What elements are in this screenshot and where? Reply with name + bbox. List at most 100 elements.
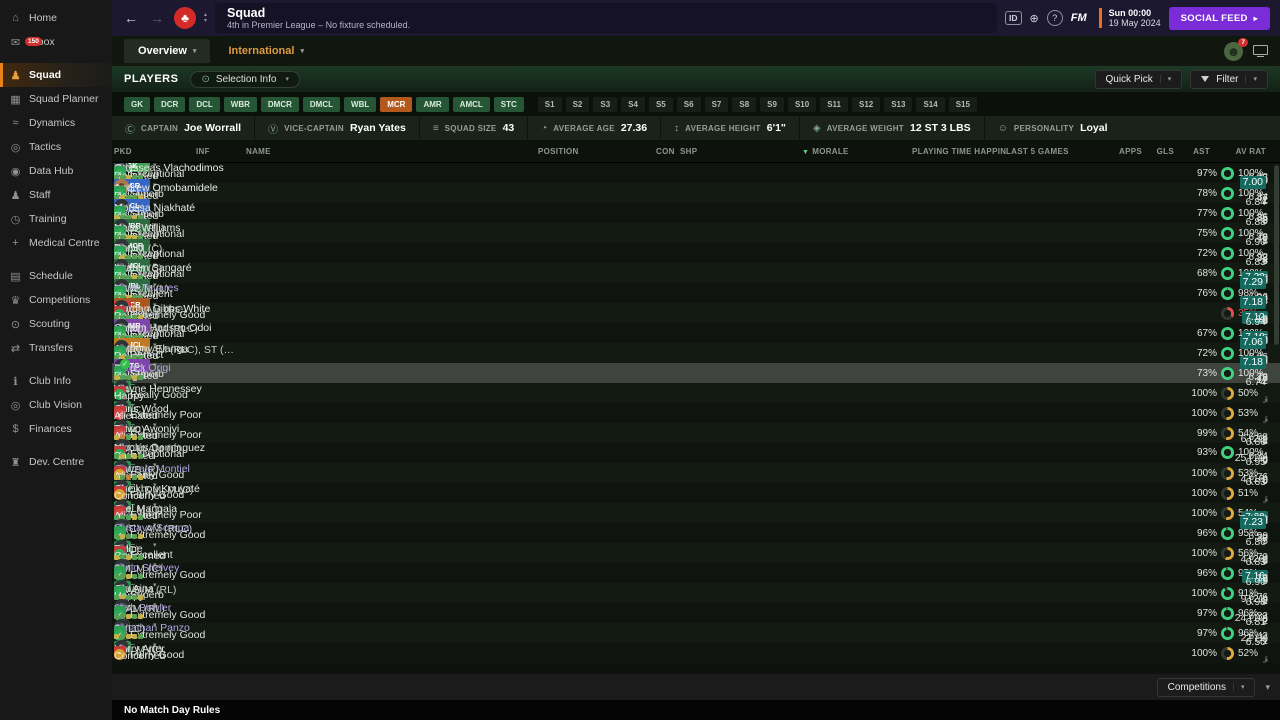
slot-filter-s13[interactable]: S13 [884,96,913,112]
fm-logo[interactable]: FM [1071,12,1087,24]
quick-pick-button[interactable]: Quick Pick ▾ [1094,69,1183,89]
chevron-down-icon: ▾ [300,48,304,55]
column-header-con[interactable]: CON [656,147,680,156]
schedule-icon: ▤ [10,270,21,283]
id-button[interactable]: ID [1005,11,1022,25]
sidebar-item-inbox[interactable]: ✉150Inbox [0,30,112,54]
tab-international[interactable]: International ▾ [214,39,318,63]
row-select-circle[interactable] [120,358,130,369]
sidebar-item-finances[interactable]: $ Finances [0,417,112,441]
column-header-inf[interactable]: INF [196,147,222,156]
average-height-value: 6'1" [766,122,786,134]
club-crest-icon[interactable]: ♣ [174,7,196,29]
game-date[interactable]: Sun 00:00 19 May 2024 [1098,8,1161,28]
staff-icon: ♟ [10,189,21,202]
globe-icon[interactable]: ⊕ [1030,12,1039,25]
tab-international-label: International [228,45,295,57]
slot-filter-s1[interactable]: S1 [537,96,562,112]
tab-bar: Overview ▾ International ▾ ☻ 7 [112,36,1280,66]
position-filter-wbr[interactable]: WBR [223,96,257,112]
slot-filter-s5[interactable]: S5 [648,96,673,112]
slot-filter-s2[interactable]: S2 [565,96,590,112]
position-filter-dmcr[interactable]: DMCR [260,96,299,112]
data-hub-icon: ◉ [10,165,21,178]
column-header-last5[interactable]: LAST 5 GAMES [1006,147,1102,156]
chevron-down-icon: ▾ [285,76,289,83]
devices-icon[interactable] [1253,45,1268,57]
squad-table-body: GK▾☻Odysseas VlachodimosGK♥▲97%100%✓Exce… [112,163,1280,674]
column-header-pkd[interactable]: PKD [114,147,138,156]
sidebar-item-club-vision[interactable]: ◎ Club Vision [0,393,112,417]
slot-filter-s6[interactable]: S6 [676,96,701,112]
club-switcher[interactable]: ▴ ▾ [204,12,207,24]
position-filter-wbl[interactable]: WBL [344,96,377,112]
slot-filter-s7[interactable]: S7 [704,96,729,112]
selection-info-dropdown[interactable]: ⊙ Selection Info ▾ [190,70,300,88]
sidebar-item-tactics[interactable]: ◎ Tactics [0,135,112,159]
squad-table-header: PKD INF NAME POSITION CON SHP ▼ MORALE PL… [112,140,1280,163]
sidebar-item-label: Squad Planner [29,93,99,105]
sidebar-item-transfers[interactable]: ⇄ Transfers [0,336,112,360]
manager-avatar[interactable]: ☻ 7 [1224,37,1248,61]
position-filter-dmcl[interactable]: DMCL [302,96,341,112]
slot-filter-s12[interactable]: S12 [851,96,881,112]
column-header-morale[interactable]: ▼ MORALE [802,147,912,156]
sidebar-item-club-info[interactable]: ℹ Club Info [0,369,112,393]
scrollbar[interactable] [1274,165,1279,345]
captain-value[interactable]: Joe Worrall [184,122,241,134]
training-icon: ◷ [10,213,21,226]
position-filter-amcl[interactable]: AMCL [452,96,490,112]
position-filter-stc[interactable]: STC [493,96,524,112]
sidebar-item-training[interactable]: ◷ Training [0,207,112,231]
tab-overview[interactable]: Overview ▾ [124,39,211,63]
sidebar-item-medical-centre[interactable]: + Medical Centre [0,231,112,255]
column-header-shp[interactable]: SHP [680,147,706,156]
sidebar-item-data-hub[interactable]: ◉ Data Hub [0,159,112,183]
slot-filter-s10[interactable]: S10 [787,96,817,112]
position-filter-mcr[interactable]: MCR [380,96,413,112]
position-filter-dcr[interactable]: DCR [154,96,186,112]
slot-filter-s11[interactable]: S11 [820,96,848,112]
squad-size-summary: ≡ SQUAD SIZE 43 [418,116,527,140]
slot-filter-s14[interactable]: S14 [916,96,945,112]
slot-filter-s4[interactable]: S4 [621,96,645,112]
sidebar-item-staff[interactable]: ♟ Staff [0,183,112,207]
sidebar-item-schedule[interactable]: ▤ Schedule [0,264,112,288]
sidebar-item-competitions[interactable]: ♛ Competitions [0,288,112,312]
captain-label: CAPTAIN [141,123,179,133]
column-header-name[interactable]: NAME [246,147,538,156]
vice-captain-value[interactable]: Ryan Yates [350,122,406,134]
slot-filter-s9[interactable]: S9 [760,96,784,112]
slot-filter-s15[interactable]: S15 [948,96,977,112]
collapse-panel-icon[interactable]: ▾ [1265,682,1270,693]
column-header-avrat[interactable]: AV RAT [1216,147,1274,156]
sidebar-item-dynamics[interactable]: ≈ Dynamics [0,111,112,135]
social-feed-button[interactable]: SOCIAL FEED ▸ [1168,6,1270,30]
position-filter-amr[interactable]: AMR [416,96,449,112]
bottom-panel: Competitions ▾ ▾ [112,674,1280,700]
column-header-ast[interactable]: AST [1180,147,1216,156]
filter-button[interactable]: Filter ▾ [1190,69,1268,89]
column-header-gls[interactable]: GLS [1148,147,1180,156]
competitions-dropdown[interactable]: Competitions ▾ [1156,677,1256,697]
player-row[interactable]: –▾Lst☻Harry ArterDM, M (C)♥▼100%52%−Fair… [112,638,1280,668]
average-weight-icon: ◈ [812,122,821,134]
column-header-happiness[interactable]: PLAYING TIME HAPPINESS [912,147,1006,156]
page-title: Squad [227,6,266,20]
forward-button[interactable]: → [148,10,166,26]
help-icon[interactable]: ? [1046,10,1063,26]
slot-filter-s8[interactable]: S8 [732,96,757,112]
average-age-value: 27.36 [620,122,648,134]
slot-filter-s3[interactable]: S3 [593,96,618,112]
position-filter-gk[interactable]: GK [124,96,150,112]
position-filter-dcl[interactable]: DCL [189,96,220,112]
sidebar-item-scouting[interactable]: ⊙ Scouting [0,312,112,336]
sidebar-item-squad[interactable]: ♟ Squad [0,63,112,87]
sidebar-item-home[interactable]: ⌂ Home [0,6,112,30]
back-button[interactable]: ← [122,10,140,26]
sidebar-item-squad-planner[interactable]: ▦ Squad Planner [0,87,112,111]
column-header-position[interactable]: POSITION [538,147,656,156]
column-header-apps[interactable]: APPS [1102,147,1148,156]
sidebar-item-dev-centre[interactable]: ♜ Dev. Centre [0,450,112,474]
